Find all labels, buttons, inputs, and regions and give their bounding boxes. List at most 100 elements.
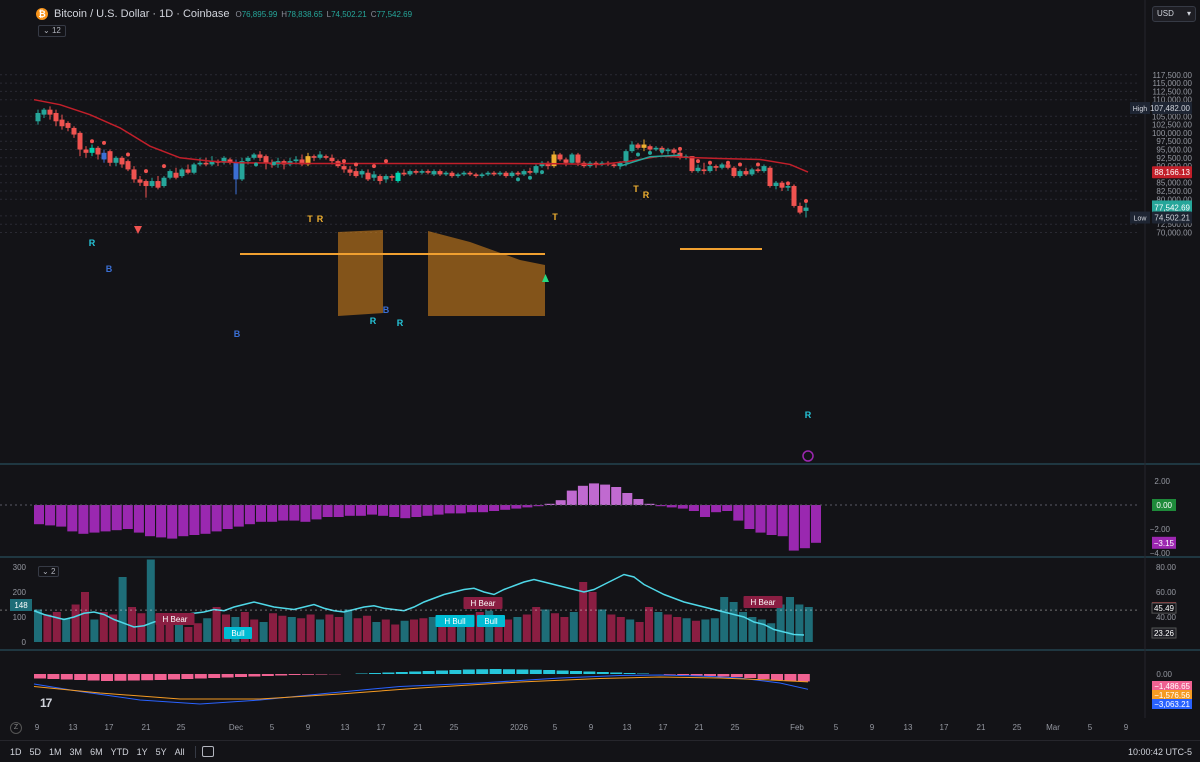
macd-tick: 0.00 [1156,670,1172,679]
volume-bar [626,619,635,642]
time-tick: 21 [142,723,151,732]
histogram-bar [611,487,622,505]
volume-bar [90,619,99,642]
ohlc-values: O76,895.99 H78,838.65 L74,502.21 C77,542… [235,9,413,19]
vol-tick: 200 [13,588,27,597]
histogram-bar [577,485,588,505]
volume-bar [654,612,663,642]
timeframe-6m[interactable]: 6M [86,747,107,757]
macd-bar [114,674,127,681]
macd-bar [60,674,73,680]
candle-body [557,154,563,160]
signal-dot [708,160,712,165]
signal-dot [660,149,664,154]
candle-body [695,167,701,172]
signal-r: R [397,318,404,328]
candle-body [107,151,113,163]
timezone-icon[interactable]: Z [10,722,22,734]
candle-body [347,169,353,173]
candle-body [491,172,497,175]
histogram-bar [478,505,488,513]
time-tick: 13 [341,723,350,732]
candle-body [197,162,203,165]
macd-bar [663,674,676,675]
candle-body [191,164,197,173]
volume-bar [81,592,89,642]
volume-bar [635,622,644,642]
signal-dot [372,164,376,169]
timeframe-3m[interactable]: 3M [66,747,87,757]
macd-bar [744,674,757,678]
timeframe-1y[interactable]: 1Y [133,747,152,757]
candle-body [503,172,509,177]
volume-bar [532,607,541,642]
pane-collapse-button[interactable]: ⌄ 2 [38,566,60,577]
candle-body [527,171,533,173]
candle-body [395,172,401,182]
volume-bar [363,615,371,642]
histogram-bar [766,505,777,535]
vol-tick: 100 [13,613,27,622]
candle-body [359,171,365,175]
histogram-bar [344,505,355,516]
histogram-bar [444,505,455,514]
symbol-title[interactable]: Bitcoin / U.S. Dollar · 1D · Coinbase [54,8,229,20]
symbol-header[interactable]: ₿ Bitcoin / U.S. Dollar · 1D · Coinbase … [36,6,412,22]
candle-body [35,112,41,122]
candle-body [101,152,107,160]
timeframe-ytd[interactable]: YTD [107,747,133,757]
volume-bar [297,618,306,642]
bottom-toolbar: 1D 5D 1M 3M 6M YTD 1Y 5Y All 10:00:42 UTC-5 [0,740,1200,762]
histogram-bar [744,505,755,529]
candle-body [353,171,359,177]
signal-r: R [317,214,324,224]
chart-canvas[interactable]: TRTTRRRRRBBB 2.000.00−2.00−4.000.00−3.15… [0,0,1200,740]
candle-body [329,157,335,162]
time-tick: 13 [623,723,632,732]
volume-bar [43,614,52,642]
volume-bar [344,609,353,642]
histogram-bar [322,505,333,517]
macd-bar [208,674,221,678]
timeframe-5d[interactable]: 5D [26,747,46,757]
candle-body [731,167,737,177]
candle-body [803,207,809,211]
candle-body [89,147,95,153]
utc-clock[interactable]: 10:00:42 UTC-5 [1128,747,1192,757]
time-tick: 25 [450,723,459,732]
currency-select[interactable]: USD [1152,6,1196,22]
timeframe-5y[interactable]: 5Y [152,747,171,757]
rsi-tick: 40.00 [1156,613,1177,622]
histogram-bar [222,505,233,529]
candle-body [497,172,503,175]
candle-body [449,172,455,177]
macd-bar [476,669,489,674]
candle-body [713,166,719,168]
candle-body [431,171,437,175]
indicators-toggle[interactable]: ⌄ 12 [38,25,66,37]
candle-body [629,144,635,152]
histogram-bar [378,505,389,516]
timeframe-all[interactable]: All [171,747,189,757]
histogram-bar [389,505,400,517]
candle-body [455,174,461,177]
calendar-icon[interactable] [201,746,214,757]
time-tick: 25 [731,723,740,732]
macd-bar [288,674,301,675]
macd-bar [154,674,167,680]
signal-r: R [805,410,812,420]
volume-bar [118,577,127,642]
signal-b: B [234,329,241,339]
volume-bar [278,615,287,642]
time-tick: 5 [270,723,275,732]
time-tick: Dec [229,723,243,732]
timeframe-1d[interactable]: 1D [6,747,26,757]
candle-body [533,166,539,173]
histogram-bar [688,505,699,511]
candle-body [185,169,191,173]
price-tick: 70,000.00 [1156,229,1192,238]
timeframe-1m[interactable]: 1M [45,747,66,757]
candle-body [611,164,617,167]
volume-bar [729,602,738,642]
histogram-bar [700,505,710,517]
